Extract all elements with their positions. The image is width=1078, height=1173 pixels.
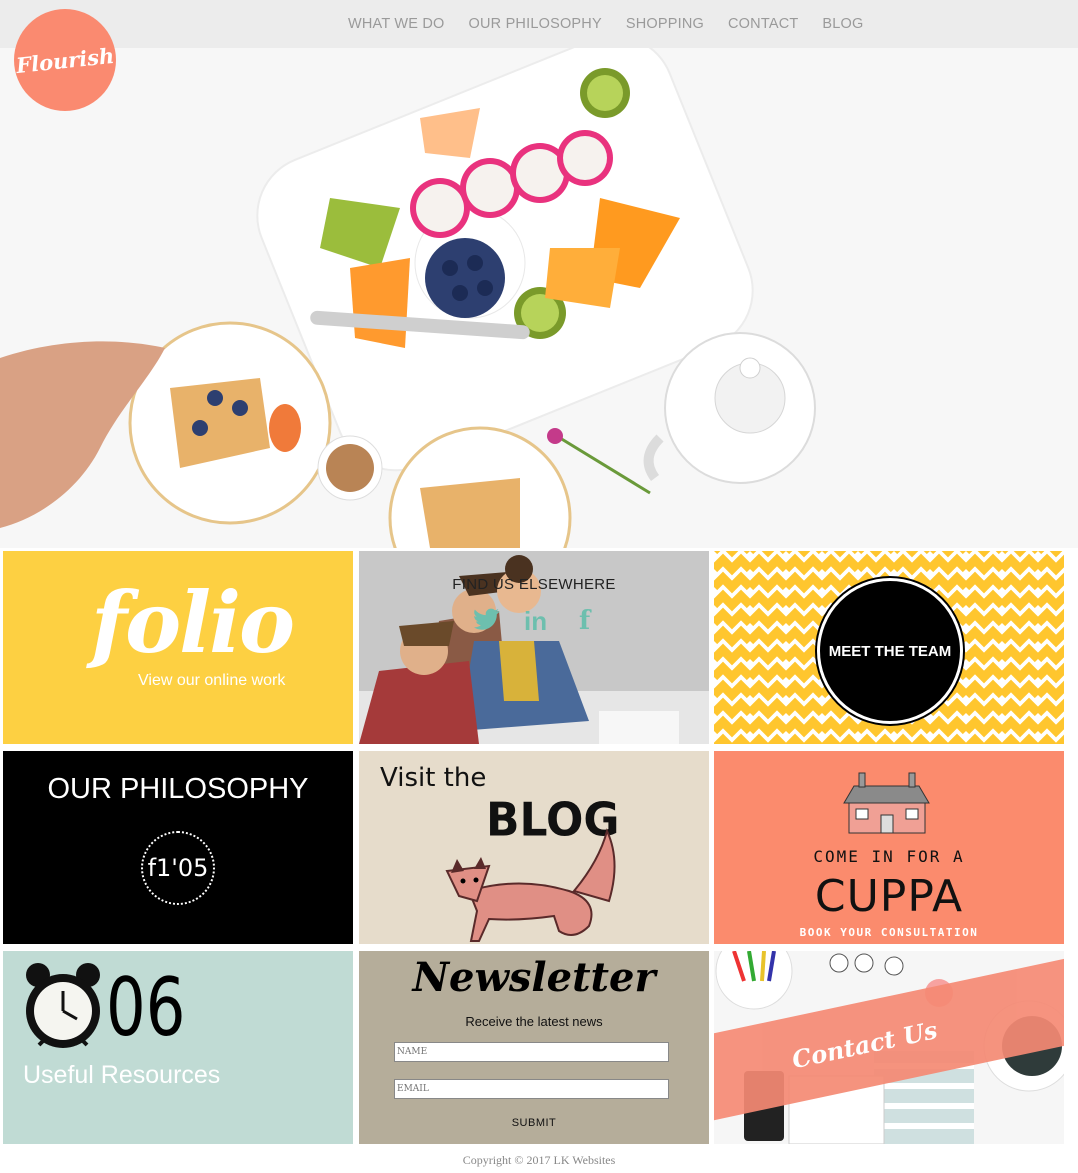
nav-menu: WHAT WE DO OUR PHILOSOPHY SHOPPING CONTA…: [336, 0, 876, 48]
meet-the-team-tile[interactable]: MEET THE TEAM: [714, 551, 1064, 744]
folio-heading: folio: [91, 573, 295, 672]
newsletter-title: Newsletter: [412, 954, 656, 1001]
nav-item-our-philosophy[interactable]: OUR PHILOSOPHY: [469, 16, 602, 32]
philosophy-badge-text: f1'05: [147, 854, 209, 882]
find-us-tile: FIND US ELSEWHERE in f: [359, 551, 709, 744]
breakfast-table-illustration: [0, 48, 1078, 548]
newsletter-name-input[interactable]: [394, 1042, 669, 1062]
meet-the-team-label: MEET THE TEAM: [828, 642, 952, 660]
fox-illustration: [445, 828, 616, 942]
nav-item-blog[interactable]: BLOG: [822, 16, 863, 32]
resources-count: 06: [106, 961, 186, 1054]
philosophy-tile[interactable]: OUR PHILOSOPHY f1'05: [3, 751, 353, 944]
nav-item-shopping[interactable]: SHOPPING: [626, 16, 704, 32]
alarm-clock-icon: [26, 963, 100, 1048]
top-nav: WHAT WE DO OUR PHILOSOPHY SHOPPING CONTA…: [0, 0, 1078, 48]
newsletter-email-input[interactable]: [394, 1079, 669, 1099]
philosophy-title: OUR PHILOSOPHY: [47, 773, 309, 805]
brand-logo[interactable]: Flourish: [14, 9, 116, 111]
linkedin-icon[interactable]: in: [524, 606, 547, 637]
meet-the-team-button[interactable]: MEET THE TEAM: [817, 578, 963, 724]
twitter-icon[interactable]: [474, 606, 500, 637]
facebook-icon[interactable]: f: [579, 606, 590, 636]
blog-tile[interactable]: Visit the BLOG: [359, 751, 709, 944]
hero-image: [0, 48, 1078, 548]
book-consultation-link[interactable]: BOOK YOUR CONSULTATION: [714, 926, 1064, 939]
cuppa-subtitle: COME IN FOR A: [813, 847, 965, 866]
footer-copyright: Copyright © 2017 LK Websites: [462, 1153, 616, 1167]
newsletter-tile: Newsletter Receive the latest news SUBMI…: [359, 951, 709, 1144]
contact-tile[interactable]: Contact Us: [714, 951, 1064, 1144]
contact-us-label: Contact Us: [789, 1015, 940, 1075]
cuppa-heading: CUPPA: [814, 871, 964, 922]
logo-text: Flourish: [14, 42, 116, 78]
find-us-title: FIND US ELSEWHERE: [452, 576, 616, 593]
cuppa-tile[interactable]: COME IN FOR A CUPPA BOOK YOUR CONSULTATI…: [714, 751, 1064, 944]
folio-tile[interactable]: folio View our online work: [3, 551, 353, 744]
nav-item-what-we-do[interactable]: WHAT WE DO: [348, 16, 445, 32]
philosophy-badge: f1'05: [141, 831, 215, 905]
newsletter-subtitle: Receive the latest news: [465, 1014, 603, 1029]
newsletter-submit-button[interactable]: SUBMIT: [359, 1117, 709, 1129]
folio-subtitle[interactable]: View our online work: [138, 672, 285, 690]
resources-tile[interactable]: 06 Useful Resources: [3, 951, 353, 1144]
nav-item-contact[interactable]: CONTACT: [728, 16, 798, 32]
resources-label: Useful Resources: [23, 1061, 221, 1089]
